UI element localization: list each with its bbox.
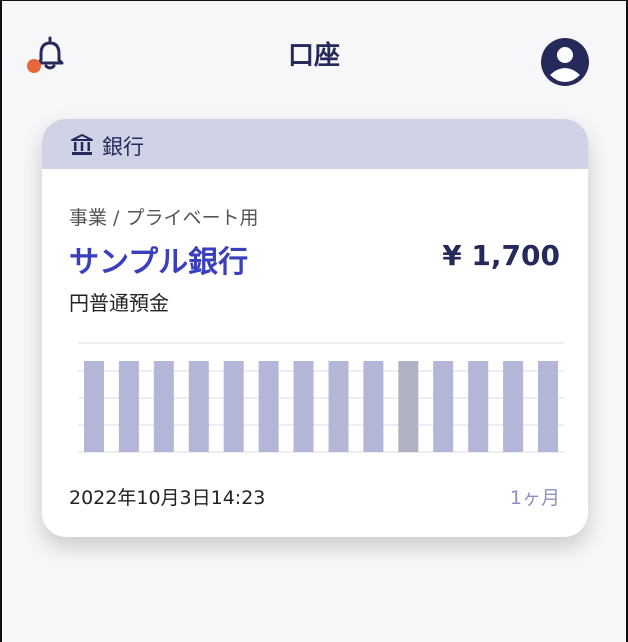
chart-bars	[84, 361, 558, 452]
user-avatar-icon[interactable]	[540, 37, 590, 87]
bank-icon	[71, 134, 93, 155]
chart-bar	[328, 361, 349, 452]
chart-bar	[188, 361, 209, 452]
chart-bar	[363, 361, 384, 452]
updated-timestamp: 2022年10月3日14:23	[69, 487, 266, 509]
balance-chart	[78, 342, 564, 453]
chart-bar	[223, 361, 244, 452]
chart-bar	[84, 361, 104, 452]
chart-bar	[503, 361, 524, 452]
card-type-label: 銀行	[102, 135, 144, 159]
page-title: 口座	[287, 41, 340, 71]
chart-bar	[293, 361, 314, 452]
bank-name: サンプル銀行	[69, 245, 249, 280]
chart-bar	[468, 361, 489, 452]
chart-bar	[258, 361, 279, 452]
top-bar: 口座	[2, 1, 626, 101]
period-selector[interactable]: 1ヶ月	[510, 483, 560, 510]
account-type: 円普通預金	[69, 291, 169, 315]
chart-bar	[153, 361, 174, 452]
account-balance: ¥ 1,700	[442, 239, 560, 272]
chart-bar	[433, 361, 454, 452]
chart-bar	[398, 361, 419, 452]
card-header: 銀行	[42, 119, 588, 169]
chart-bar	[118, 361, 139, 452]
app-screen: 口座 銀行 事業 / プライベート用 サンプル銀行 ¥ 1,700 円普通預金	[0, 0, 628, 642]
account-category: 事業 / プライベート用	[69, 207, 259, 229]
chart-bar	[538, 361, 558, 452]
chart-grid	[78, 342, 564, 453]
account-card[interactable]: 銀行 事業 / プライベート用 サンプル銀行 ¥ 1,700 円普通預金 202…	[42, 119, 588, 537]
